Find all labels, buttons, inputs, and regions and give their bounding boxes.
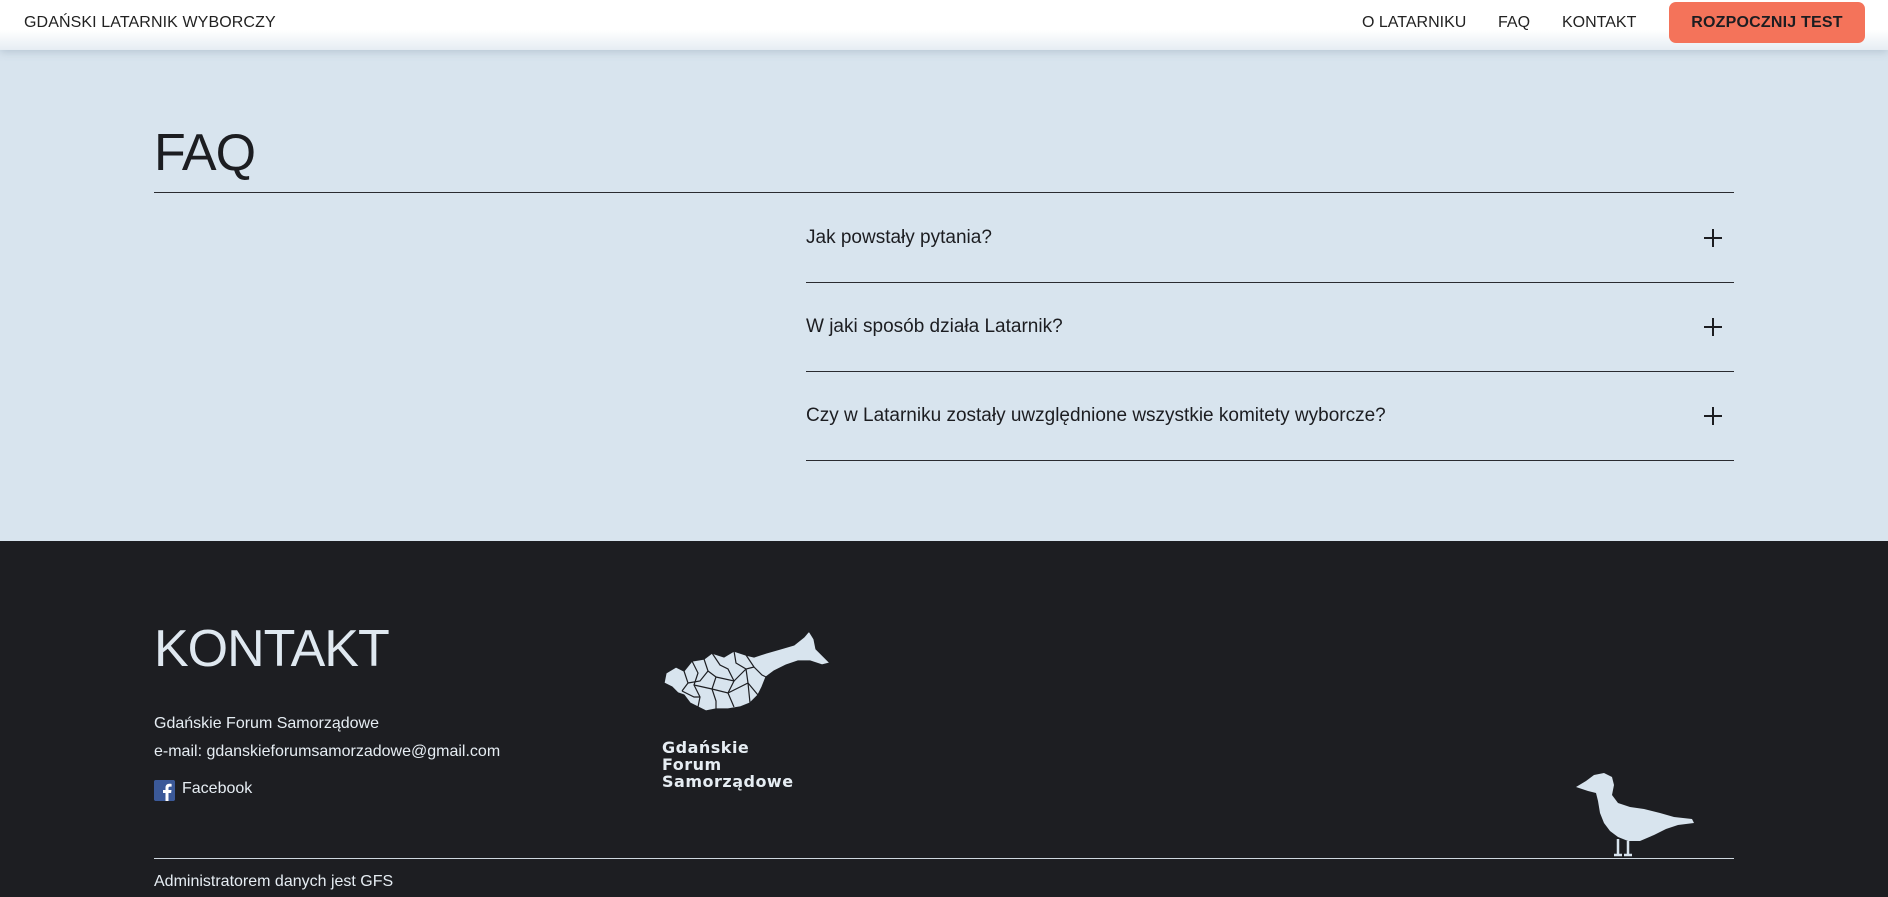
footer-divider [154, 858, 1734, 859]
data-admin-note: Administratorem danych jest GFS [154, 873, 394, 890]
nav-faq[interactable]: FAQ [1498, 14, 1530, 32]
faq-question: W jaki sposób działa Latarnik? [806, 316, 1063, 337]
faq-item[interactable]: Jak powstały pytania? [806, 193, 1734, 282]
facebook-link[interactable]: Facebook [182, 780, 252, 798]
site-brand-link[interactable]: GDAŃSKI LATARNIK WYBORCZY [24, 14, 276, 32]
faq-divider [806, 460, 1734, 461]
faq-question: Czy w Latarniku zostały uwzględnione wsz… [806, 405, 1386, 426]
faq-item[interactable]: Czy w Latarniku zostały uwzględnione wsz… [806, 371, 1734, 460]
nav-kontakt[interactable]: KONTAKT [1562, 14, 1636, 32]
faq-heading: FAQ [154, 124, 256, 182]
facebook-icon[interactable] [154, 780, 175, 801]
faq-question: Jak powstały pytania? [806, 227, 992, 248]
contact-email[interactable]: e-mail: gdanskieforumsamorzadowe@gmail.c… [154, 743, 500, 761]
contact-heading: KONTAKT [154, 620, 390, 678]
nav-o-latarniku[interactable]: O LATARNIKU [1362, 14, 1466, 32]
faq-item[interactable]: W jaki sposób działa Latarnik? [806, 282, 1734, 371]
plus-icon[interactable] [1704, 318, 1722, 336]
contact-footer: KONTAKT Gdańskie Forum Samorządowe e-mai… [0, 541, 1888, 897]
seagull-icon [1576, 773, 1694, 857]
plus-icon[interactable] [1704, 407, 1722, 425]
gfs-logo-text: Samorządowe [662, 772, 794, 791]
plus-icon[interactable] [1704, 229, 1722, 247]
start-test-button[interactable]: ROZPOCZNIJ TEST [1669, 2, 1865, 43]
org-name: Gdańskie Forum Samorządowe [154, 715, 379, 732]
top-navigation-bar: GDAŃSKI LATARNIK WYBORCZY O LATARNIKU FA… [0, 0, 1888, 50]
